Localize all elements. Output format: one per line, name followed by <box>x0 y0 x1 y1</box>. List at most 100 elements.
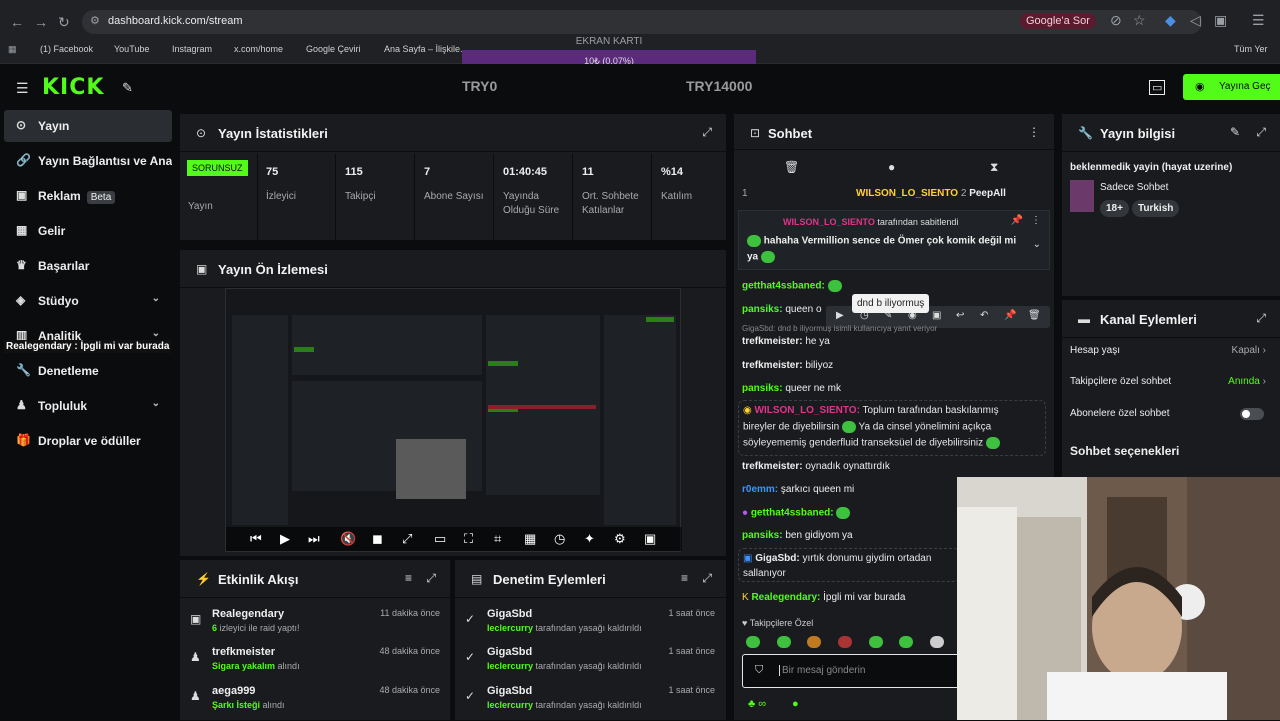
delete-icon[interactable]: 🗑 <box>1028 310 1041 321</box>
activity-user[interactable]: aega999 <box>212 685 255 697</box>
emote-icon[interactable] <box>899 635 914 648</box>
bookmark-translate[interactable]: Google Çeviri <box>306 44 361 54</box>
filter-icon[interactable]: ≡ <box>681 571 688 585</box>
sidebar-item-yayin[interactable]: ⊙ Yayın <box>4 110 172 142</box>
more-icon[interactable]: ⋮ <box>1028 125 1040 139</box>
chat-user[interactable]: getthat4ssbaned: <box>742 281 825 292</box>
emote-icon[interactable] <box>807 635 822 648</box>
stream-preview[interactable]: ⏮ ▶ ⏭ 🔇 ◼ ⤢ ▭ ⛶ ⌗ ▦ ◷ ✦ ⚙ ▣ <box>225 288 682 552</box>
chat-user[interactable]: pansiks: <box>742 304 783 315</box>
expand-icon[interactable]: ⤢ <box>1256 125 1266 140</box>
emote-icon[interactable] <box>776 635 791 648</box>
crop-icon[interactable]: ⌗ <box>494 531 501 547</box>
sidebar-item-ads[interactable]: ▣ Reklam Beta <box>4 180 172 212</box>
reply-icon[interactable]: ↩ <box>956 310 964 321</box>
chat-user[interactable]: pansiks: <box>742 383 783 394</box>
setting-row-followers-only[interactable]: Takipçilere özel sohbet Anında › <box>1070 376 1266 387</box>
google-ask-button[interactable]: Google'a Sor <box>1020 13 1096 29</box>
emote-icon[interactable] <box>838 635 853 648</box>
site-info-icon[interactable]: ⚙ <box>90 14 100 27</box>
cc-icon[interactable]: ▭ <box>434 531 446 547</box>
category-name[interactable]: Sadece Sohbet <box>1100 182 1168 193</box>
forward-icon[interactable]: ⏭ <box>308 531 320 547</box>
chat-user[interactable]: Realegendary: <box>751 592 820 603</box>
subs-only-toggle[interactable] <box>1240 408 1264 420</box>
chat-user[interactable]: WILSON_LO_SIENTO: <box>755 405 860 416</box>
top-user2[interactable]: PeepAll <box>969 188 1006 199</box>
trash-icon[interactable]: 🗑 <box>784 160 799 174</box>
top-user[interactable]: WILSON_LO_SIENTO <box>856 188 958 199</box>
pinned-user[interactable]: WILSON_LO_SIENTO <box>783 217 875 227</box>
pin-icon[interactable]: 📌 <box>1011 215 1023 226</box>
chat-bubble-icon[interactable]: ● <box>888 160 895 174</box>
kick-logo[interactable]: KICK <box>42 75 104 100</box>
fullscreen-icon[interactable]: ⤢ <box>402 531 412 547</box>
chat-user[interactable]: r0emm: <box>742 484 778 495</box>
bookmark-facebook[interactable]: (1) Facebook <box>40 44 93 54</box>
chat-user[interactable]: trefkmeister: <box>742 461 803 472</box>
sidebar-item-moderation[interactable]: 🔧 Denetleme <box>4 355 172 387</box>
emote-icon[interactable] <box>746 635 760 648</box>
bookmark-home[interactable]: Ana Sayfa – İlişkile... <box>384 44 468 54</box>
mute-icon[interactable]: 🔇 <box>340 531 356 547</box>
play-icon[interactable]: ▶ <box>836 310 844 321</box>
menu-icon[interactable]: ☰ <box>1252 12 1265 29</box>
expand-icon[interactable]: ⤢ <box>1256 311 1266 326</box>
sparkle-icon[interactable]: ✦ <box>584 531 595 547</box>
puzzle-icon[interactable]: ▣ <box>1214 12 1227 29</box>
forward-icon[interactable]: → <box>34 14 48 30</box>
sidebar-item-revenue[interactable]: ▦ Gelir <box>4 215 172 247</box>
stats-icon[interactable]: ▦ <box>524 531 536 547</box>
screen-icon[interactable]: ▣ <box>644 531 656 547</box>
go-live-button[interactable]: ◉ Yayına Geç <box>1183 74 1280 100</box>
bookmark-x[interactable]: x.com/home <box>234 44 283 54</box>
bookmark-instagram[interactable]: Instagram <box>172 44 212 54</box>
expand-icon[interactable]: ⛶ <box>464 531 473 547</box>
emote-icon[interactable] <box>930 635 945 648</box>
mod-icon[interactable]: ▭ <box>1149 80 1166 95</box>
pin-icon[interactable]: ✎ <box>122 80 133 96</box>
apps-icon[interactable]: ▦ <box>8 44 17 55</box>
activity-user[interactable]: trefkmeister <box>212 646 275 658</box>
copy-icon[interactable]: ▣ <box>932 310 941 321</box>
setting-row-account-age[interactable]: Hesap yaşı Kapalı › <box>1070 345 1266 356</box>
sidebar-item-drops[interactable]: 🎁 Droplar ve ödüller <box>4 425 172 457</box>
record-icon[interactable]: ◼ <box>372 531 383 547</box>
kick-badge-icon[interactable]: ● <box>792 698 799 710</box>
expand-icon[interactable]: ⤢ <box>702 571 712 586</box>
chat-user[interactable]: pansiks: <box>742 530 783 541</box>
more-icon[interactable]: ⋮ <box>1031 215 1041 226</box>
sidebar-item-achievements[interactable]: ♛ Başarılar <box>4 250 172 282</box>
rewind-icon[interactable]: ⏮ <box>250 531 262 547</box>
cast-off-icon[interactable]: ⊘ <box>1110 12 1122 29</box>
extension-icon[interactable]: ◆ <box>1165 12 1176 29</box>
chat-user[interactable]: getthat4ssbaned: <box>751 508 834 519</box>
back-icon[interactable]: ← <box>10 14 24 30</box>
chat-user[interactable]: GigaSbd: <box>755 553 799 564</box>
settings-icon[interactable]: ⚙ <box>614 531 626 547</box>
chat-user[interactable]: trefkmeister: <box>742 360 803 371</box>
expand-icon[interactable]: ⤢ <box>702 125 712 140</box>
emote-icon[interactable] <box>868 635 883 648</box>
pin-icon[interactable]: 📌 <box>1004 310 1016 321</box>
timer-icon[interactable]: ◷ <box>554 531 565 547</box>
sidebar-item-community[interactable]: ♟ Topluluk ⌄ <box>4 390 172 422</box>
sidebar-item-studio[interactable]: ◈ Stüdyo ⌄ <box>4 285 172 317</box>
chevron-down-icon[interactable]: ⌄ <box>1033 239 1041 250</box>
reply-all-icon[interactable]: ↶ <box>980 310 988 321</box>
filter-icon[interactable]: ≡ <box>405 571 412 585</box>
reload-icon[interactable]: ↻ <box>58 14 70 31</box>
activity-user[interactable]: Realegendary <box>212 608 284 620</box>
sidebar-item-stream-key[interactable]: 🔗 Yayın Bağlantısı ve Anahtar <box>4 145 172 177</box>
mod-user[interactable]: GigaSbd <box>487 685 532 697</box>
all-bookmarks[interactable]: Tüm Yer <box>1234 44 1268 54</box>
infinity-icon[interactable]: ♣ ∞ <box>748 698 766 710</box>
chat-user[interactable]: trefkmeister: <box>742 336 803 347</box>
hourglass-icon[interactable]: ⧗ <box>990 160 998 175</box>
bookmark-youtube[interactable]: YouTube <box>114 44 149 54</box>
expand-icon[interactable]: ⤢ <box>426 571 436 586</box>
play-icon[interactable]: ▶ <box>280 531 290 547</box>
star-icon[interactable]: ☆ <box>1133 12 1146 29</box>
extension2-icon[interactable]: ◁ <box>1190 12 1201 29</box>
hamburger-icon[interactable]: ☰ <box>16 80 29 97</box>
